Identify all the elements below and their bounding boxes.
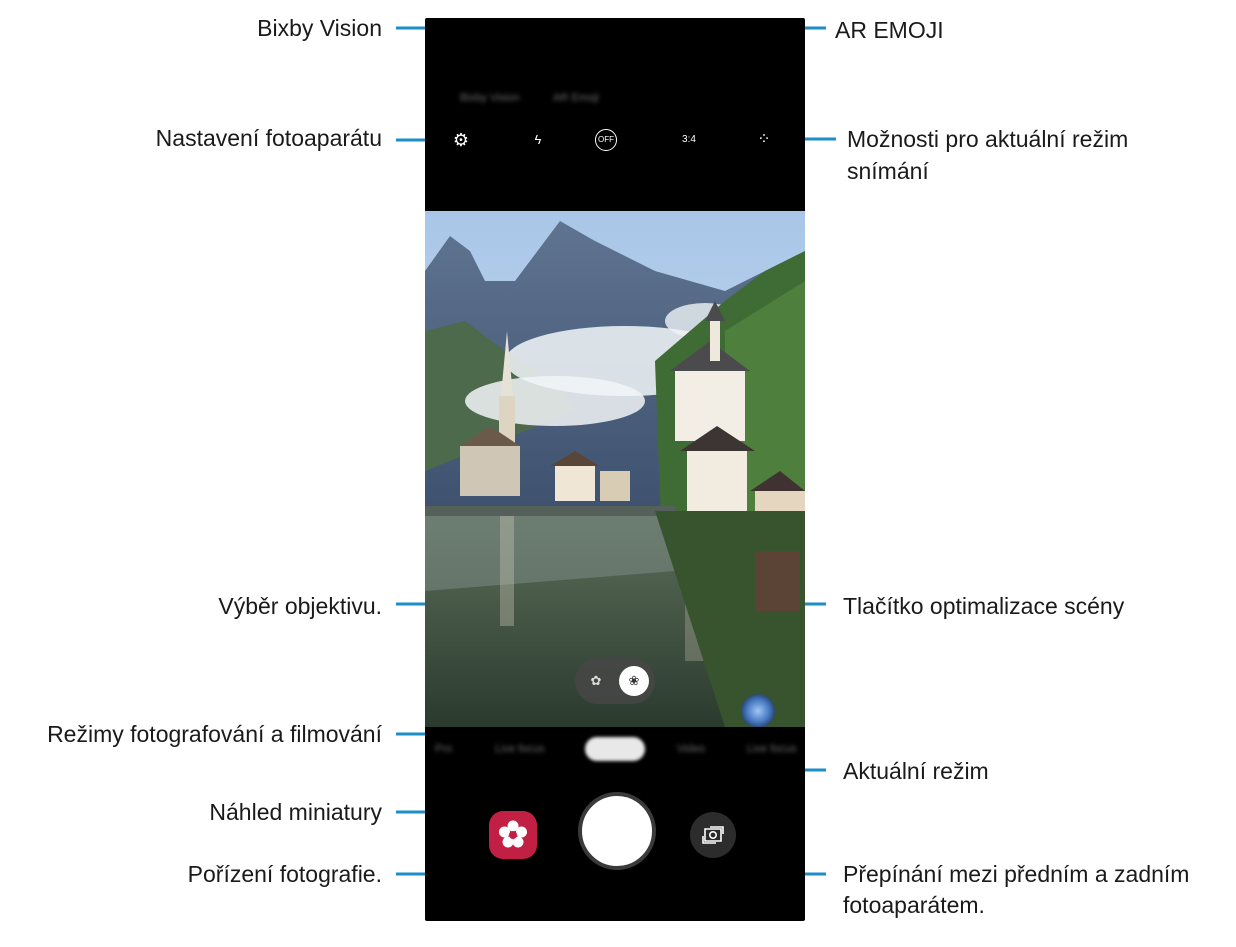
shooting-modes-label: Režimy fotografování a filmování — [47, 721, 382, 747]
scene-optimizer-label: Tlačítko optimalizace scény — [843, 593, 1125, 619]
switch-camera-label-line2: fotoaparátem. — [843, 892, 985, 918]
ar-emoji-button[interactable]: AR Emoji — [553, 92, 599, 104]
landscape-image — [425, 211, 805, 727]
switch-camera-button[interactable] — [690, 812, 736, 858]
bixby-vision-label: Bixby Vision — [257, 15, 382, 41]
mode-strip: Pro Live focus Video Live focus — [425, 727, 805, 773]
ar-emoji-label: AR EMOJI — [835, 17, 944, 43]
current-mode-label: Aktuální režim — [843, 758, 989, 784]
lens-normal-icon[interactable]: ❀ — [619, 666, 649, 696]
camera-settings-label: Nastavení fotoaparátu — [155, 125, 382, 151]
shutter-button[interactable] — [578, 792, 656, 870]
timer-off-icon[interactable]: OFF — [595, 129, 617, 151]
mode-item[interactable]: Live focus — [747, 743, 797, 755]
bixby-vision-button[interactable]: Bixby Vision — [460, 92, 520, 104]
current-mode-pill[interactable] — [585, 737, 645, 761]
camera-preview[interactable] — [425, 211, 805, 727]
switch-camera-label-line1: Přepínání mezi předním a zadním — [843, 861, 1190, 887]
gallery-thumbnail[interactable] — [489, 811, 537, 859]
flash-off-icon[interactable]: ϟ — [524, 128, 552, 152]
mode-item[interactable]: Live focus — [495, 743, 545, 755]
mode-item[interactable]: Pro — [435, 743, 452, 755]
switch-camera-icon — [702, 826, 724, 844]
settings-gear-icon[interactable]: ⚙ — [447, 128, 475, 152]
lens-selector: ✿ ❀ — [575, 658, 655, 704]
aspect-ratio-icon[interactable]: 3:4 — [675, 128, 703, 152]
options-label-line1: Možnosti pro aktuální režim — [847, 126, 1129, 152]
take-picture-label: Pořízení fotografie. — [187, 861, 382, 887]
lens-wide-icon[interactable]: ✿ — [581, 666, 611, 696]
scene-optimizer-button[interactable] — [741, 694, 775, 728]
mode-item[interactable]: Video — [677, 743, 705, 755]
flower-icon — [499, 820, 527, 848]
filter-effects-icon[interactable]: ⁘ — [750, 128, 778, 152]
camera-screen: Bixby Vision AR Emoji ⚙ ϟ OFF 3:4 ⁘ ✿ ❀ … — [425, 18, 805, 921]
thumbnail-preview-label: Náhled miniatury — [209, 799, 382, 825]
options-label-line2: snímání — [847, 158, 929, 184]
lens-selection-label: Výběr objektivu. — [218, 593, 382, 619]
